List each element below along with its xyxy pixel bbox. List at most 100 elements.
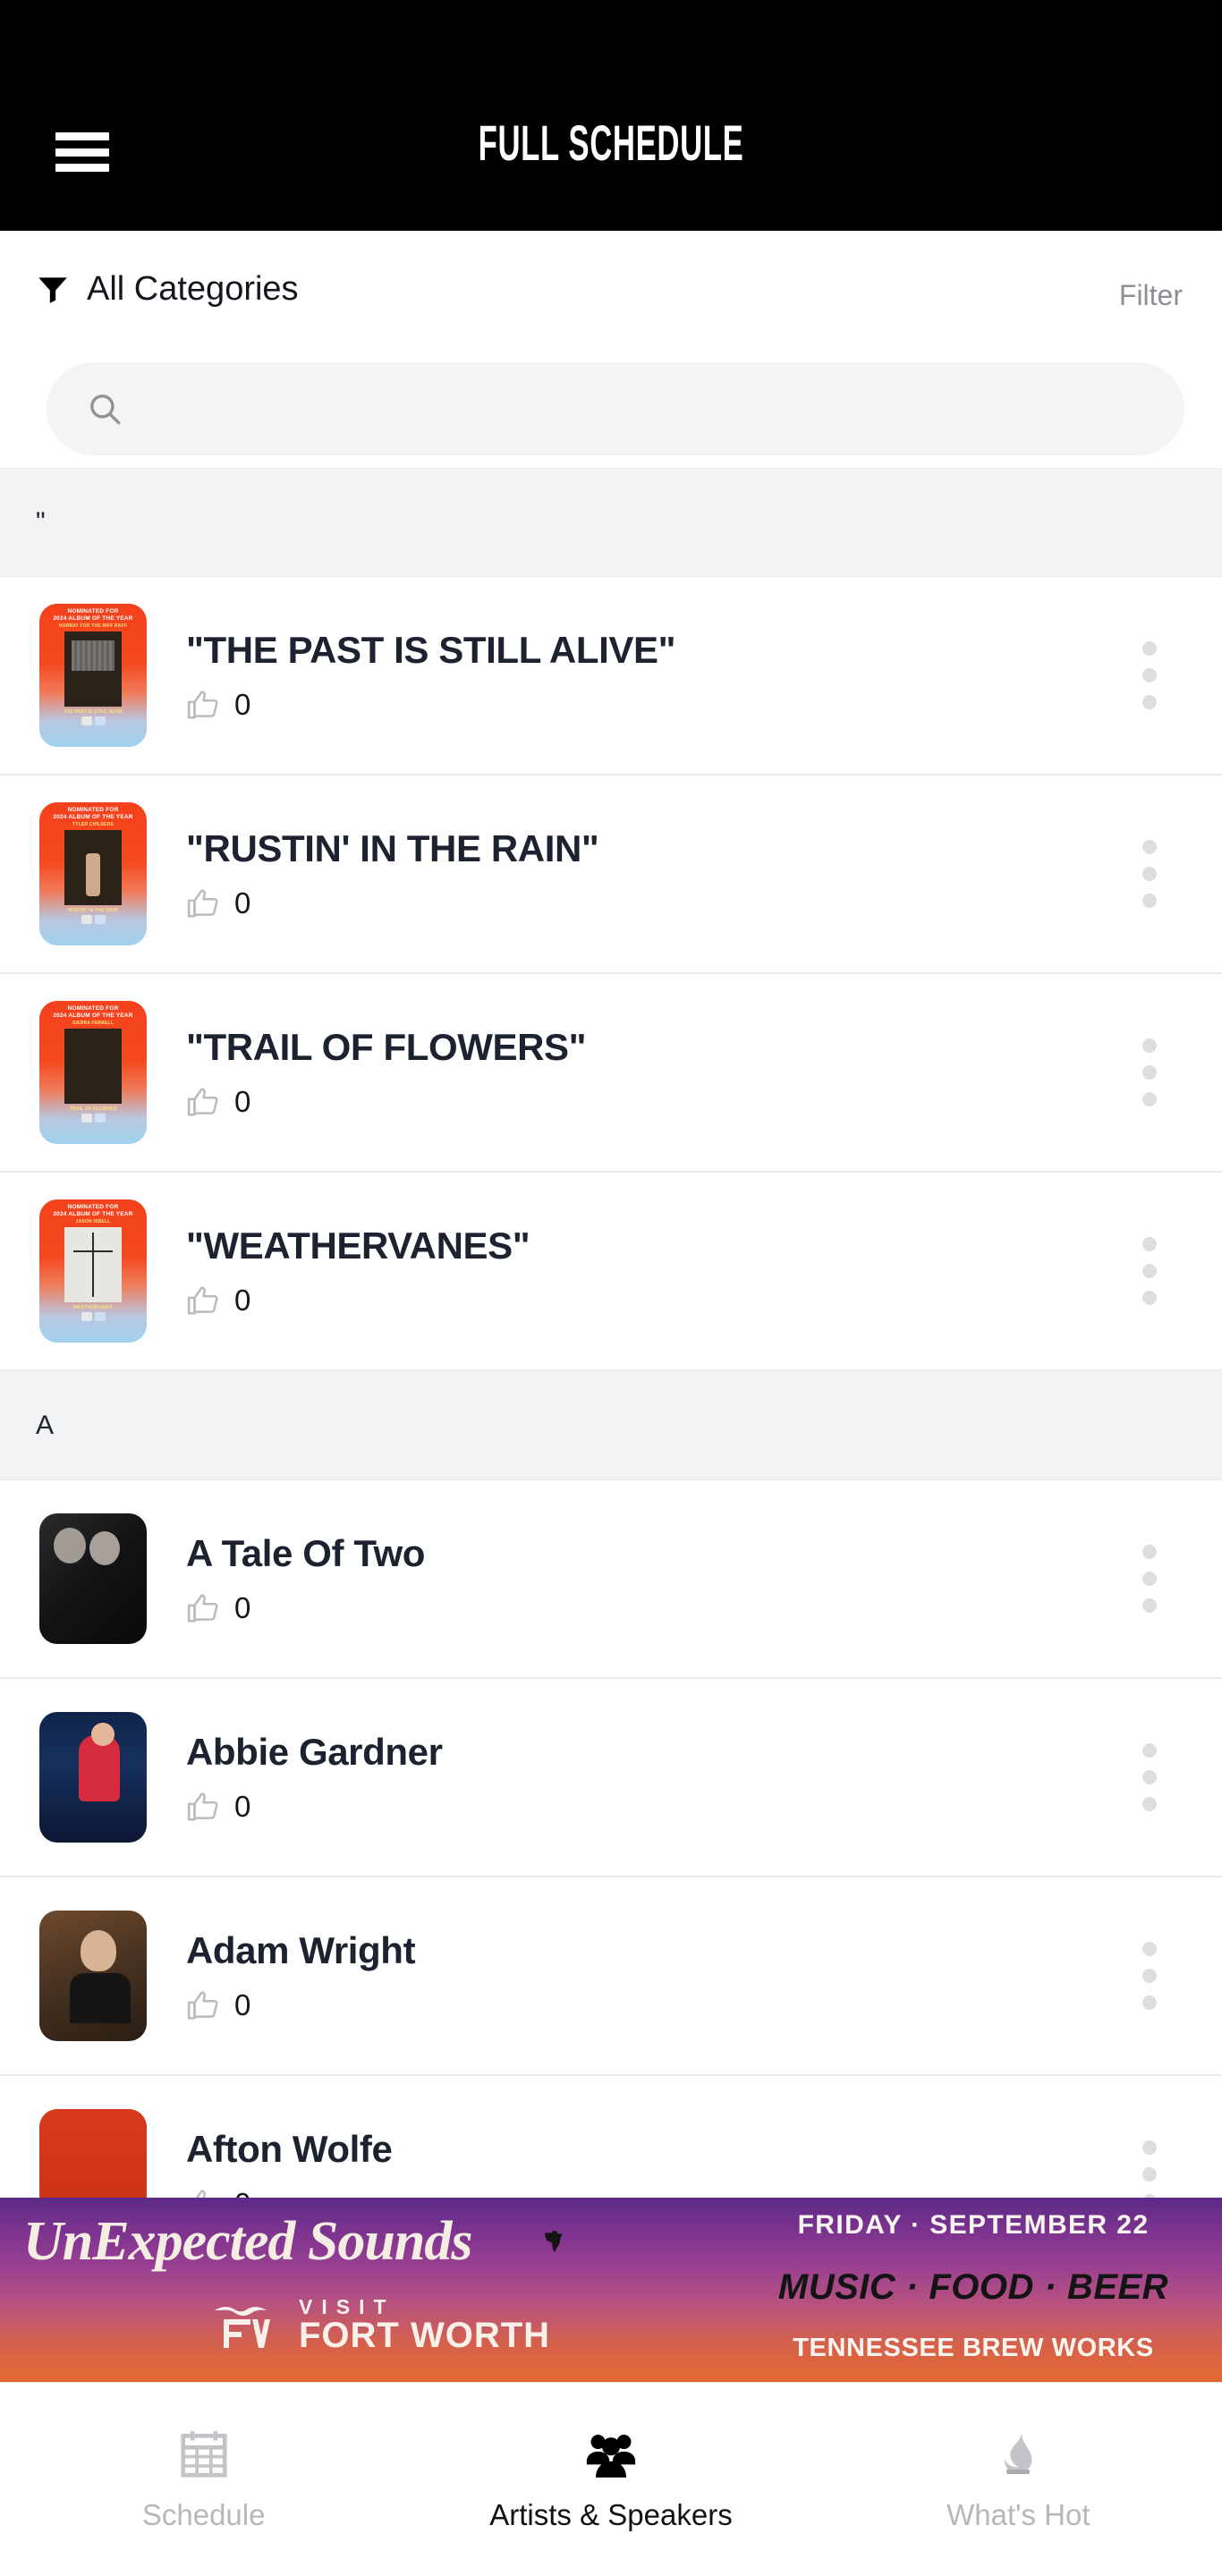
hamburger-line: [55, 164, 109, 172]
section-header-a: A: [0, 1371, 1222, 1480]
list-item-body: A Tale Of Two 0: [186, 1532, 1222, 1624]
filter-bar: All Categories Filter: [0, 231, 1222, 350]
like-group[interactable]: 0: [186, 2187, 1222, 2198]
list-item[interactable]: NOMINATED FOR 2024 ALBUM OF THE YEAR TYLE…: [0, 775, 1222, 974]
like-count: 0: [234, 1789, 251, 1823]
artist-photo-adam-wright: [39, 1911, 147, 2041]
search-icon: [90, 394, 121, 425]
list-item[interactable]: A Tale Of Two 0: [0, 1480, 1222, 1679]
app-root: FULL SCHEDULE All Categories Filter " NO…: [0, 0, 1222, 2576]
album-cover-weathervanes: NOMINATED FOR 2024 ALBUM OF THE YEAR JASO…: [39, 1199, 147, 1343]
nav-label-artists-speakers: Artists & Speakers: [489, 2498, 733, 2531]
list-item[interactable]: Abbie Gardner 0: [0, 1679, 1222, 1877]
kebab-menu-icon[interactable]: [1140, 1038, 1159, 1106]
like-group[interactable]: 0: [186, 1085, 1222, 1119]
album-cover-the-past-is-still-alive: NOMINATED FOR 2024 ALBUM OF THE YEAR HURR…: [39, 604, 147, 747]
list-item-body: "THE PAST IS STILL ALIVE" 0: [186, 629, 1222, 721]
banner-left-panel: UnExpected Sounds VISIT FORT WORTH: [0, 2198, 725, 2382]
hamburger-line: [55, 132, 109, 140]
thumbs-up-icon: [195, 2189, 206, 2198]
banner-date: FRIDAY · SEPTEMBER 22: [797, 2210, 1150, 2240]
like-count: 0: [234, 687, 251, 721]
list-item-title: Adam Wright: [186, 1929, 416, 1972]
artists-list[interactable]: " NOMINATED FOR 2024 ALBUM OF THE YEAR HU…: [0, 468, 1222, 2198]
like-group[interactable]: 0: [186, 1988, 1222, 2022]
kebab-menu-icon[interactable]: [1140, 1743, 1159, 1811]
list-item-title: "THE PAST IS STILL ALIVE": [186, 629, 676, 672]
thumbs-up-icon: [187, 1593, 218, 1623]
category-filter-button[interactable]: All Categories: [36, 272, 299, 306]
banner-title: UnExpected Sounds: [23, 2211, 472, 2272]
list-item[interactable]: NOMINATED FOR 2024 ALBUM OF THE YEAR JASO…: [0, 1173, 1222, 1371]
kebab-menu-icon[interactable]: [1140, 1237, 1159, 1305]
list-item-title: Abbie Gardner: [186, 1731, 443, 1774]
like-group[interactable]: 0: [186, 688, 1222, 722]
nav-tab-whats-hot[interactable]: What's Hot: [815, 2383, 1222, 2576]
people-group-icon: [586, 2435, 636, 2478]
thumbs-up-icon: [187, 690, 218, 719]
flame-icon: [1005, 2431, 1032, 2474]
like-group[interactable]: 0: [186, 1591, 1222, 1625]
kebab-menu-icon[interactable]: [1140, 641, 1159, 709]
list-item-body: Abbie Gardner 0: [186, 1731, 1222, 1823]
search-input[interactable]: [123, 391, 1184, 427]
calendar-icon: [181, 2431, 227, 2478]
visit-fort-worth-logo: VISIT FORT WORTH: [208, 2296, 550, 2355]
thumbs-up-icon: [187, 888, 218, 918]
search-area: [0, 350, 1222, 468]
filter-link[interactable]: Filter: [1119, 279, 1183, 312]
list-item-title: Afton Wolfe: [186, 2128, 393, 2171]
hamburger-menu-icon[interactable]: [55, 132, 109, 172]
like-count: 0: [234, 1590, 251, 1624]
artist-photo-afton-wolfe: [39, 2109, 147, 2198]
thumbs-up-icon: [187, 1792, 218, 1821]
nav-tab-artists-speakers[interactable]: Artists & Speakers: [407, 2383, 814, 2576]
like-count: 0: [234, 2187, 250, 2198]
album-cover-rustin-in-the-rain: NOMINATED FOR 2024 ALBUM OF THE YEAR TYLE…: [39, 802, 147, 945]
bottom-navigation-bar: Schedule Artists & Speakers What's Hot: [0, 2382, 1222, 2576]
list-item[interactable]: NOMINATED FOR 2024 ALBUM OF THE YEAR SIER…: [0, 974, 1222, 1173]
kebab-menu-icon[interactable]: [1140, 1942, 1159, 2010]
like-group[interactable]: 0: [186, 1790, 1222, 1824]
thumbs-up-icon: [187, 1990, 218, 2020]
search-box[interactable]: [47, 362, 1184, 455]
list-item-title: "RUSTIN' IN THE RAIN": [186, 827, 599, 870]
nav-label-whats-hot: What's Hot: [946, 2498, 1090, 2531]
list-item[interactable]: NOMINATED FOR 2024 ALBUM OF THE YEAR HURR…: [0, 577, 1222, 775]
like-group[interactable]: 0: [186, 886, 1222, 920]
list-item-title: "WEATHERVANES": [186, 1224, 530, 1267]
list-item-body: "WEATHERVANES" 0: [186, 1224, 1222, 1317]
kebab-menu-icon[interactable]: [1140, 2140, 1159, 2198]
kebab-menu-icon[interactable]: [1140, 1545, 1159, 1613]
page-title: FULL SCHEDULE: [478, 114, 744, 171]
section-header-quote: ": [0, 468, 1222, 577]
like-count: 0: [234, 1987, 251, 2021]
kebab-menu-icon[interactable]: [1140, 840, 1159, 908]
list-item-body: "TRAIL OF FLOWERS" 0: [186, 1026, 1222, 1118]
list-item-title: A Tale Of Two: [186, 1532, 426, 1575]
list-item[interactable]: Afton Wolfe 0: [0, 2076, 1222, 2198]
list-item-body: Adam Wright 0: [186, 1929, 1222, 2021]
nav-tab-schedule[interactable]: Schedule: [0, 2383, 407, 2576]
thumbs-up-icon: [187, 1087, 218, 1116]
sponsor-banner-ad[interactable]: UnExpected Sounds VISIT FORT WORTH FRIDA…: [0, 2198, 1222, 2382]
list-item-body: Afton Wolfe 0: [186, 2128, 1222, 2198]
banner-venue: TENNESSEE BREW WORKS: [793, 2334, 1154, 2362]
artist-photo-a-tale-of-two: [39, 1513, 147, 1644]
artist-photo-abbie-gardner: [39, 1712, 147, 1843]
album-cover-trail-of-flowers: NOMINATED FOR 2024 ALBUM OF THE YEAR SIER…: [39, 1001, 147, 1144]
list-item[interactable]: Adam Wright 0: [0, 1877, 1222, 2076]
texas-state-icon: [542, 2228, 565, 2253]
funnel-filter-icon: [38, 277, 67, 303]
banner-right-panel: FRIDAY · SEPTEMBER 22 MUSIC · FOOD · BEE…: [725, 2198, 1222, 2382]
city-label: FORT WORTH: [299, 2316, 551, 2356]
visit-label: VISIT: [299, 2294, 395, 2318]
hamburger-line: [55, 148, 109, 157]
like-group[interactable]: 0: [186, 1284, 1222, 1318]
like-count: 0: [234, 1084, 251, 1118]
like-count: 0: [234, 886, 251, 919]
top-header-bar: FULL SCHEDULE: [0, 0, 1222, 231]
list-item-title: "TRAIL OF FLOWERS": [186, 1026, 587, 1069]
list-item-body: "RUSTIN' IN THE RAIN" 0: [186, 827, 1222, 919]
like-count: 0: [234, 1283, 251, 1317]
